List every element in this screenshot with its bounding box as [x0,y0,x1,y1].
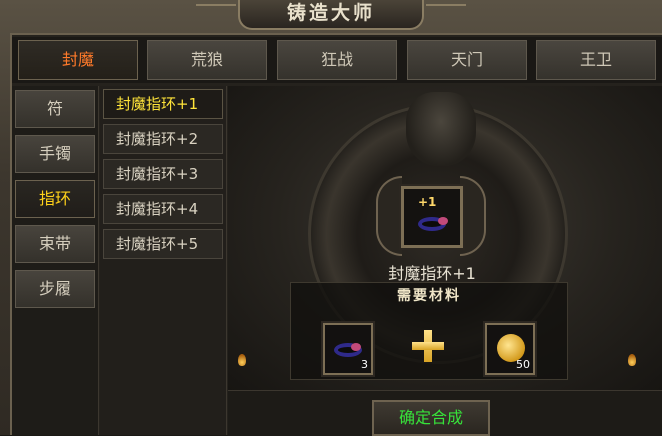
category-zhihuan[interactable]: 指环 [15,180,95,218]
category-list: 符 手镯 指环 束带 步履 [12,86,99,435]
tab-fengmo[interactable]: 封魔 [18,40,138,80]
title-plaque: 铸造大师 [238,0,424,30]
action-bar: 确定合成 [228,390,662,436]
tab-kuangzhan[interactable]: 狂战 [277,40,397,80]
upgrade-badge: +1 [418,195,437,209]
materials-panel: 需要材料 3 50 [290,282,568,380]
materials-title: 需要材料 [397,288,461,304]
slot-ornament-left [376,176,402,256]
candle-flame-icon [628,354,636,366]
tab-huanglang[interactable]: 荒狼 [147,40,267,80]
material-slot-gold[interactable]: 50 [485,323,535,375]
recipe-item[interactable]: 封魔指环+2 [103,124,223,154]
forge-master-window: 铸造大师 封魔 荒狼 狂战 天门 王卫 符 手镯 指环 束带 步履 封魔指环+1… [0,0,662,436]
ring-gem-icon [351,343,361,351]
dragon-head-icon [406,92,476,166]
recipe-item[interactable]: 封魔指环+5 [103,229,223,259]
candle-flame-icon [238,354,246,366]
plus-icon [412,330,444,362]
category-buly[interactable]: 步履 [15,270,95,308]
material-slot-ring[interactable]: 3 [323,323,373,375]
recipe-item[interactable]: 封魔指环+4 [103,194,223,224]
title-ornament-right [426,4,466,24]
window-title: 铸造大师 [286,2,375,24]
tab-wangwei[interactable]: 王卫 [536,40,656,80]
recipe-item[interactable]: 封魔指环+1 [103,89,223,119]
recipe-list: 封魔指环+1 封魔指环+2 封魔指环+3 封魔指环+4 封魔指环+5 [100,86,227,435]
category-shudai[interactable]: 束带 [15,225,95,263]
material-count: 3 [361,358,368,371]
result-slot: +1 [376,172,486,258]
slot-ornament-right [460,176,486,256]
forge-stage: +1 封魔指环+1 需要材料 3 50 [228,86,662,390]
ring-gem-icon [438,217,448,225]
recipe-item[interactable]: 封魔指环+3 [103,159,223,189]
material-count: 50 [516,358,530,371]
confirm-craft-button[interactable]: 确定合成 [372,400,490,436]
series-tab-bar: 封魔 荒狼 狂战 天门 王卫 [12,37,662,83]
title-ornament-left [196,4,236,24]
category-shouzhuo[interactable]: 手镯 [15,135,95,173]
result-item-name: 封魔指环+1 [388,264,476,283]
result-item-icon[interactable]: +1 [401,186,463,248]
tab-tianmen[interactable]: 天门 [407,40,527,80]
category-fu[interactable]: 符 [15,90,95,128]
